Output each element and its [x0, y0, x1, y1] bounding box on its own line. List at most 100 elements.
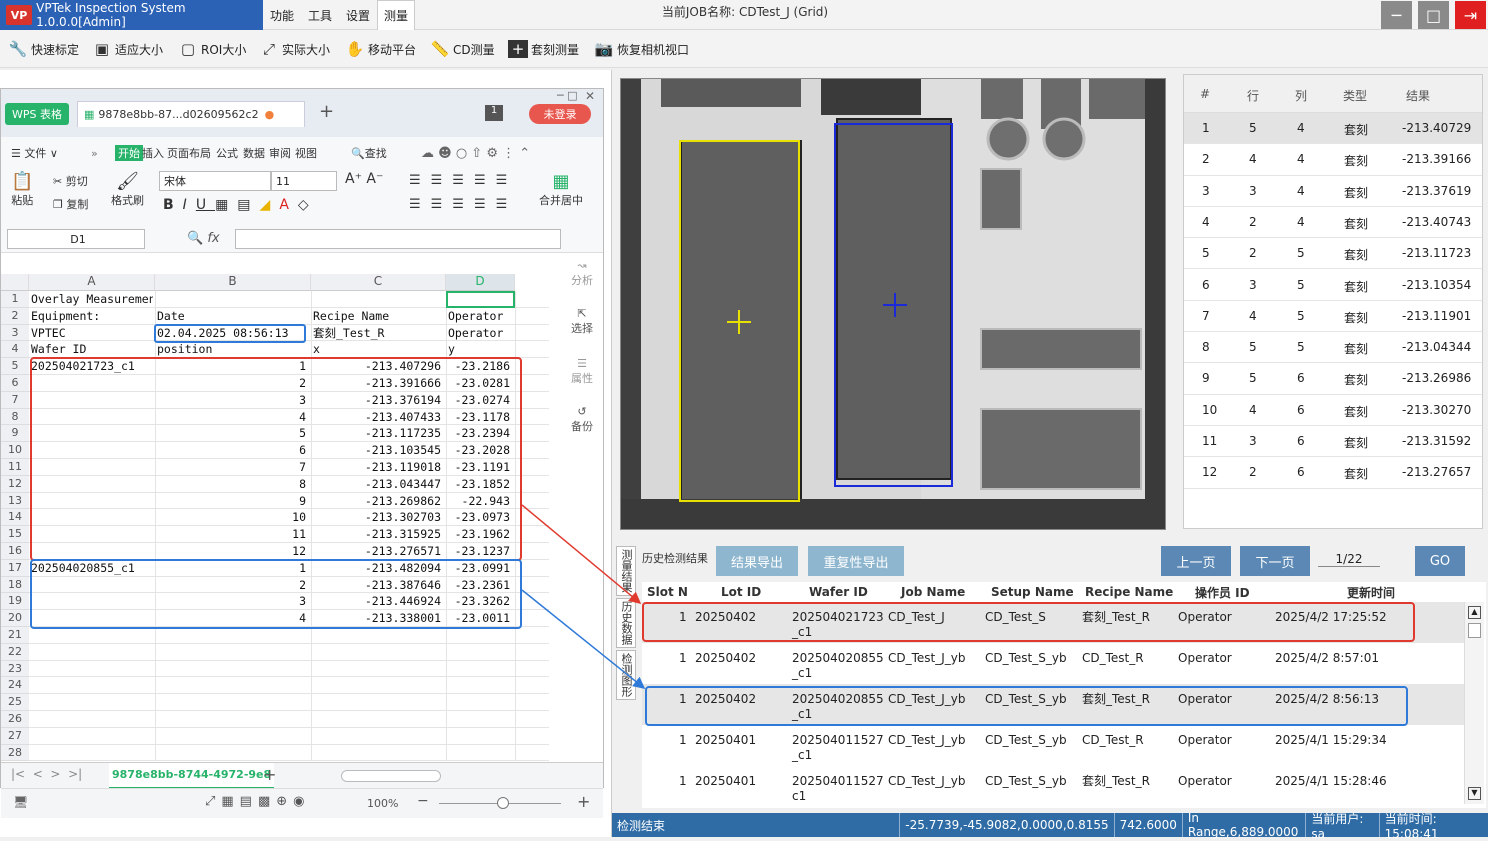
- row-header[interactable]: 8: [1, 408, 29, 426]
- select-all-corner[interactable]: [1, 274, 29, 291]
- next-page-button[interactable]: 下一页: [1240, 546, 1310, 576]
- result-row[interactable]: 9 5 6 套刻 -213.26986: [1184, 363, 1482, 395]
- row-header[interactable]: 3: [1, 324, 29, 342]
- row-header[interactable]: 7: [1, 391, 29, 409]
- history-row[interactable]: 1 20250402 202504020855 CD_Test_J_yb CD_Test…: [642, 643, 1464, 684]
- font-grow-shrink-icon[interactable]: A⁺ A⁻: [345, 171, 383, 187]
- font-size-select[interactable]: 11: [271, 171, 337, 191]
- cell-b[interactable]: position: [157, 341, 309, 358]
- copy-button[interactable]: ❐ 复制: [53, 196, 88, 212]
- result-row[interactable]: 3 3 4 套刻 -213.37619: [1184, 176, 1482, 207]
- row-header[interactable]: 1: [1, 291, 29, 308]
- row-header[interactable]: 4: [1, 341, 29, 359]
- wps-minmax-icon[interactable]: ─ □: [557, 89, 578, 102]
- ribbon-tab-file[interactable]: ☰ 文件 ∨: [11, 145, 58, 161]
- row-header[interactable]: 9: [1, 425, 29, 443]
- result-row[interactable]: 5 2 5 套刻 -213.11723: [1184, 238, 1482, 270]
- result-row[interactable]: 6 3 5 套刻 -213.10354: [1184, 270, 1482, 301]
- history-row[interactable]: 1 20250402 202504021723 CD_Test_J CD_Test_S 套…: [642, 602, 1464, 643]
- merge-center-button[interactable]: ▦ 合并居中: [539, 171, 583, 208]
- row-header[interactable]: 16: [1, 543, 29, 560]
- fit-size-button[interactable]: ▣ 适应大小: [92, 38, 163, 60]
- row-header[interactable]: 23: [1, 660, 29, 678]
- result-row[interactable]: 1 5 4 套刻 -213.40729: [1184, 113, 1482, 145]
- horizontal-scrollbar[interactable]: [341, 770, 441, 782]
- result-row[interactable]: 7 4 5 套刻 -213.11901: [1184, 301, 1482, 333]
- menu-function[interactable]: 功能: [263, 0, 301, 30]
- ribbon-tab-review[interactable]: 审阅: [269, 145, 291, 161]
- wps-badge[interactable]: WPS 表格: [5, 103, 69, 125]
- minimize-icon[interactable]: ─: [1381, 1, 1412, 29]
- row-header[interactable]: 24: [1, 677, 29, 695]
- ribbon-tab-data[interactable]: 数据: [243, 145, 265, 161]
- menu-measure[interactable]: 测量: [377, 0, 415, 30]
- column-header-a[interactable]: A: [29, 274, 155, 291]
- export-repeat-button[interactable]: 重复性导出: [808, 546, 904, 576]
- cell-b[interactable]: [157, 291, 309, 308]
- go-button[interactable]: GO: [1415, 546, 1465, 576]
- cell-reference-box[interactable]: D1: [7, 229, 145, 249]
- formula-bar-input[interactable]: [235, 229, 561, 249]
- login-button[interactable]: 未登录: [529, 104, 591, 124]
- properties-button[interactable]: ☰ 属性: [571, 357, 593, 386]
- restore-camera-button[interactable]: 📷 恢复相机视口: [594, 38, 689, 60]
- camera-image-view[interactable]: [620, 78, 1166, 530]
- cd-measure-button[interactable]: 📏 CD测量: [430, 38, 495, 60]
- font-name-select[interactable]: 宋体: [159, 171, 271, 191]
- cell-a[interactable]: VPTEC: [31, 325, 153, 342]
- scroll-thumb[interactable]: [1468, 623, 1481, 638]
- cell-d[interactable]: y: [448, 341, 513, 358]
- menu-settings[interactable]: 设置: [339, 0, 377, 30]
- history-row[interactable]: 1 20250402 202504020855 CD_Test_J_yb CD_Test…: [642, 684, 1464, 725]
- row-header[interactable]: 12: [1, 475, 29, 493]
- ribbon-tab-home[interactable]: 开始: [115, 145, 143, 161]
- row-header[interactable]: 14: [1, 509, 29, 527]
- history-scrollbar[interactable]: ▲ ▼: [1464, 602, 1484, 804]
- sheet-nav-icons[interactable]: |< < > >|: [11, 767, 82, 781]
- column-header-b[interactable]: B: [155, 274, 311, 291]
- exit-icon[interactable]: ⇥: [1455, 1, 1486, 29]
- add-sheet-icon[interactable]: +: [263, 765, 276, 784]
- overlay-measure-button[interactable]: + 套刻测量: [508, 38, 579, 60]
- prev-page-button[interactable]: 上一页: [1161, 546, 1231, 576]
- format-painter-button[interactable]: 🖌 格式刷: [111, 171, 144, 208]
- row-header[interactable]: 13: [1, 492, 29, 510]
- cell-c[interactable]: [313, 291, 444, 308]
- actual-size-button[interactable]: ⤢ 实际大小: [259, 38, 330, 60]
- menu-tools[interactable]: 工具: [301, 0, 339, 30]
- spreadsheet-grid[interactable]: A B C D 1 Overlay Measurement 2 Equipment: D…: [1, 274, 549, 762]
- row-header[interactable]: 19: [1, 593, 29, 611]
- row-header[interactable]: 15: [1, 526, 29, 543]
- roi-size-button[interactable]: ▢ ROI大小: [178, 38, 246, 60]
- row-header[interactable]: 17: [1, 559, 29, 577]
- page-indicator[interactable]: 1/22: [1318, 552, 1380, 567]
- cell-c[interactable]: Recipe Name: [313, 308, 444, 325]
- tab-measure-results[interactable]: 测量结果: [616, 546, 636, 596]
- row-header[interactable]: 20: [1, 610, 29, 627]
- move-stage-button[interactable]: ✋ 移动平台: [345, 38, 416, 60]
- active-cell-d1[interactable]: [446, 291, 515, 308]
- result-row[interactable]: 12 2 6 套刻 -213.27657: [1184, 457, 1482, 489]
- tab-history-data[interactable]: 历史数据: [616, 598, 636, 648]
- zoom-out-icon[interactable]: −: [417, 793, 429, 809]
- export-results-button[interactable]: 结果导出: [716, 546, 798, 576]
- sheet-tab[interactable]: 9878e8bb-8744-4972-9e8: [109, 763, 275, 789]
- quick-calibrate-button[interactable]: 🔧 快速标定: [8, 38, 79, 60]
- result-row[interactable]: 8 5 5 套刻 -213.04344: [1184, 332, 1482, 364]
- ribbon-tab-insert[interactable]: 插入: [142, 145, 164, 161]
- row-header[interactable]: 22: [1, 643, 29, 661]
- result-row[interactable]: 11 3 6 套刻 -213.31592: [1184, 426, 1482, 458]
- row-header[interactable]: 25: [1, 694, 29, 711]
- row-header[interactable]: 11: [1, 459, 29, 476]
- cut-button[interactable]: ✂ 剪切: [53, 173, 88, 189]
- tab-inspect-graphics[interactable]: 检测图形: [616, 650, 636, 700]
- zoom-slider-handle[interactable]: [497, 797, 509, 809]
- search-button[interactable]: 🔍 查找: [351, 145, 387, 161]
- scroll-up-icon[interactable]: ▲: [1468, 606, 1481, 619]
- row-header[interactable]: 18: [1, 576, 29, 594]
- zoom-in-icon[interactable]: +: [577, 792, 590, 811]
- history-row[interactable]: 1 20250401 202504011527 CD_Test_J_yb CD_Test…: [642, 766, 1464, 807]
- cell-c[interactable]: 套刻_Test_R: [313, 325, 444, 342]
- wps-document-tab[interactable]: ▦ 9878e8bb-87...d02609562c2 ●: [77, 101, 305, 127]
- align-icons-top[interactable]: ☰☰☰☰☰: [409, 173, 517, 188]
